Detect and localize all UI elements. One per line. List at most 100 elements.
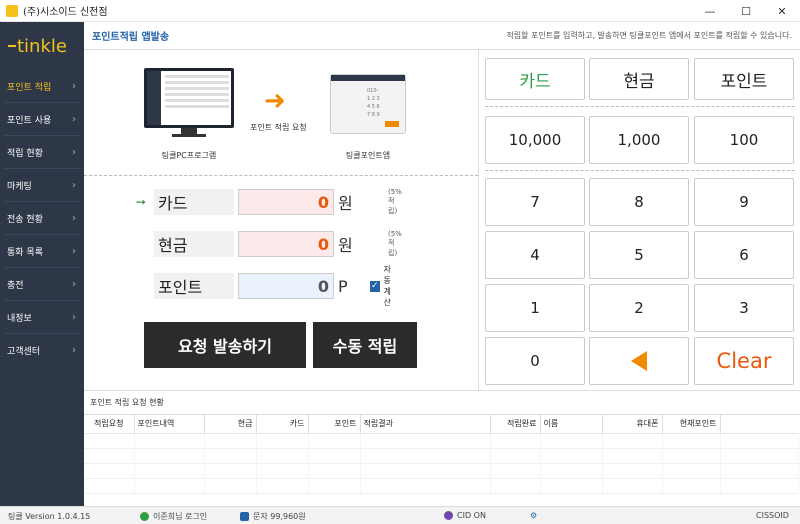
col-request[interactable]: 적립요청 [84,415,135,434]
amount-100-button[interactable]: 100 [694,116,794,164]
col-cash[interactable]: 현금 [204,415,257,434]
pc-program-label: 팅클PC프로그램 [161,151,217,160]
chevron-right-icon: › [72,212,76,224]
chevron-right-icon: › [72,245,76,257]
point-amount-input[interactable]: 0 [238,273,334,299]
flow-illustration: 팅클PC프로그램 ➜ 포인트 적립 요청 010- 1 2 34 5 67 8 9… [84,50,478,176]
col-complete[interactable]: 적립완료 [490,415,541,434]
sidebar-item-point-use[interactable]: 포인트 사용 › [0,103,84,135]
pc-monitor-icon [144,68,234,128]
col-result[interactable]: 적립결과 [360,415,491,434]
send-request-button[interactable]: 요청 발송하기 [144,322,306,368]
chevron-right-icon: › [72,311,76,323]
request-label: 포인트 적립 요청 [250,123,307,132]
page-header: 포인트적립 앱발송 적립할 포인트를 입력하고, 발송하면 팅클포인트 앱에서 … [84,22,800,50]
digit-7-button[interactable]: 7 [485,178,585,226]
close-button[interactable]: ✕ [764,0,800,22]
tinkle-logo: tinkle [0,22,84,70]
digit-5-button[interactable]: 5 [589,231,689,279]
user-status: 이준희님 로그인 [140,511,207,522]
digit-1-button[interactable]: 1 [485,284,585,332]
keypad-panel: 카드 현금 포인트 10,000 1,000 100 7 8 9 4 5 6 1… [478,50,800,390]
message-icon [240,512,249,521]
table-row[interactable] [84,478,799,494]
sidebar-item-marketing[interactable]: 마케팅 › [0,169,84,201]
digit-3-button[interactable]: 3 [694,284,794,332]
col-phone[interactable]: 휴대폰 [602,415,663,434]
settings-icon[interactable]: ⚙ [530,511,537,520]
chevron-right-icon: › [72,80,76,92]
col-point[interactable]: 포인트 [308,415,361,434]
table-row[interactable] [84,448,799,464]
arrow-right-icon: ➜ [264,86,286,116]
page-title: 포인트적립 앱발송 [92,32,170,43]
history-title: 포인트 적립 요청 현황 [84,391,800,415]
chevron-right-icon: › [72,278,76,290]
window-title: (주)시소이드 신전점 [23,7,108,18]
digit-4-button[interactable]: 4 [485,231,585,279]
minimize-button[interactable]: — [692,0,728,22]
page-description: 적립할 포인트를 입력하고, 발송하면 팅클포인트 앱에서 포인트를 적립할 수… [506,31,792,40]
clear-button[interactable]: Clear [694,337,794,385]
digit-0-button[interactable]: 0 [485,337,585,385]
point-label: 포인트 [154,273,234,299]
cash-label: 현금 [154,231,234,257]
chevron-right-icon: › [72,113,76,125]
card-unit: 원 [338,194,353,213]
sidebar-item-call-list[interactable]: 통화 목록 › [0,235,84,267]
window-titlebar: (주)시소이드 신전점 — ☐ ✕ [0,0,800,22]
digit-8-button[interactable]: 8 [589,178,689,226]
mode-point-button[interactable]: 포인트 [694,58,794,100]
col-current-point[interactable]: 현재포인트 [662,415,721,434]
phone-icon [444,511,453,520]
chevron-right-icon: › [72,146,76,158]
backspace-triangle-icon [631,351,647,371]
backspace-button[interactable] [589,337,689,385]
status-bar: 팅클 Version 1.0.4.15 이준희님 로그인 문자 99,960원 … [0,506,800,524]
cash-rate-note: (5%적립) [388,230,402,257]
history-table: 적립요청 포인트내역 현금 카드 포인트 적립결과 적립완료 이름 휴대폰 현재… [84,415,799,494]
chevron-right-icon: › [72,344,76,356]
sms-balance: 문자 99,960원 [240,511,306,522]
table-row[interactable] [84,433,799,449]
sidebar-item-charge[interactable]: 충전 › [0,268,84,300]
sidebar-item-point-earn[interactable]: 포인트 적립 › [0,70,84,102]
card-rate-note: (5%적립) [388,188,402,215]
cid-status: CID ON [444,511,486,520]
chevron-right-icon: › [72,179,76,191]
card-label: 카드 [154,189,234,215]
col-point-detail[interactable]: 포인트내역 [134,415,205,434]
cash-unit: 원 [338,236,353,255]
cash-amount-input[interactable]: 0 [238,231,334,257]
auto-calc-label: 자동 계산 [383,265,391,307]
digit-9-button[interactable]: 9 [694,178,794,226]
manual-earn-button[interactable]: 수동 적립 [313,322,417,368]
version-text: 팅클 Version 1.0.4.15 [8,512,91,521]
sidebar-item-my-info[interactable]: 내정보 › [0,301,84,333]
tablet-app-icon: 010- 1 2 34 5 67 8 9 [330,74,406,134]
mode-card-button[interactable]: 카드 [485,58,585,100]
col-card[interactable]: 카드 [256,415,309,434]
table-row[interactable] [84,463,799,479]
amount-10000-button[interactable]: 10,000 [485,116,585,164]
earn-form-panel: 팅클PC프로그램 ➜ 포인트 적립 요청 010- 1 2 34 5 67 8 9… [84,50,478,390]
pointer-arrow-icon: ➙ [136,195,147,209]
amount-1000-button[interactable]: 1,000 [589,116,689,164]
digit-2-button[interactable]: 2 [589,284,689,332]
sidebar: tinkle 포인트 적립 › 포인트 사용 › 적립 현황 › 마케팅 › 전송 현황… [0,22,84,506]
point-unit: P [338,276,348,296]
auto-calc-checkbox[interactable]: ✓ 자동 계산 [370,264,392,308]
brand-text: CISSOID [756,511,789,520]
mode-cash-button[interactable]: 현금 [589,58,689,100]
sidebar-item-send-status[interactable]: 전송 현황 › [0,202,84,234]
maximize-button[interactable]: ☐ [728,0,764,22]
card-amount-input[interactable]: 0 [238,189,334,215]
sidebar-item-earn-status[interactable]: 적립 현황 › [0,136,84,168]
checkmark-icon: ✓ [370,280,380,292]
sidebar-item-support[interactable]: 고객센터 › [0,334,84,366]
col-name[interactable]: 이름 [540,415,603,434]
app-icon [6,4,18,17]
request-history-panel: 포인트 적립 요청 현황 적립요청 포인트내역 현금 카드 포인트 적립결과 적… [84,390,800,506]
user-icon [140,512,149,521]
digit-6-button[interactable]: 6 [694,231,794,279]
